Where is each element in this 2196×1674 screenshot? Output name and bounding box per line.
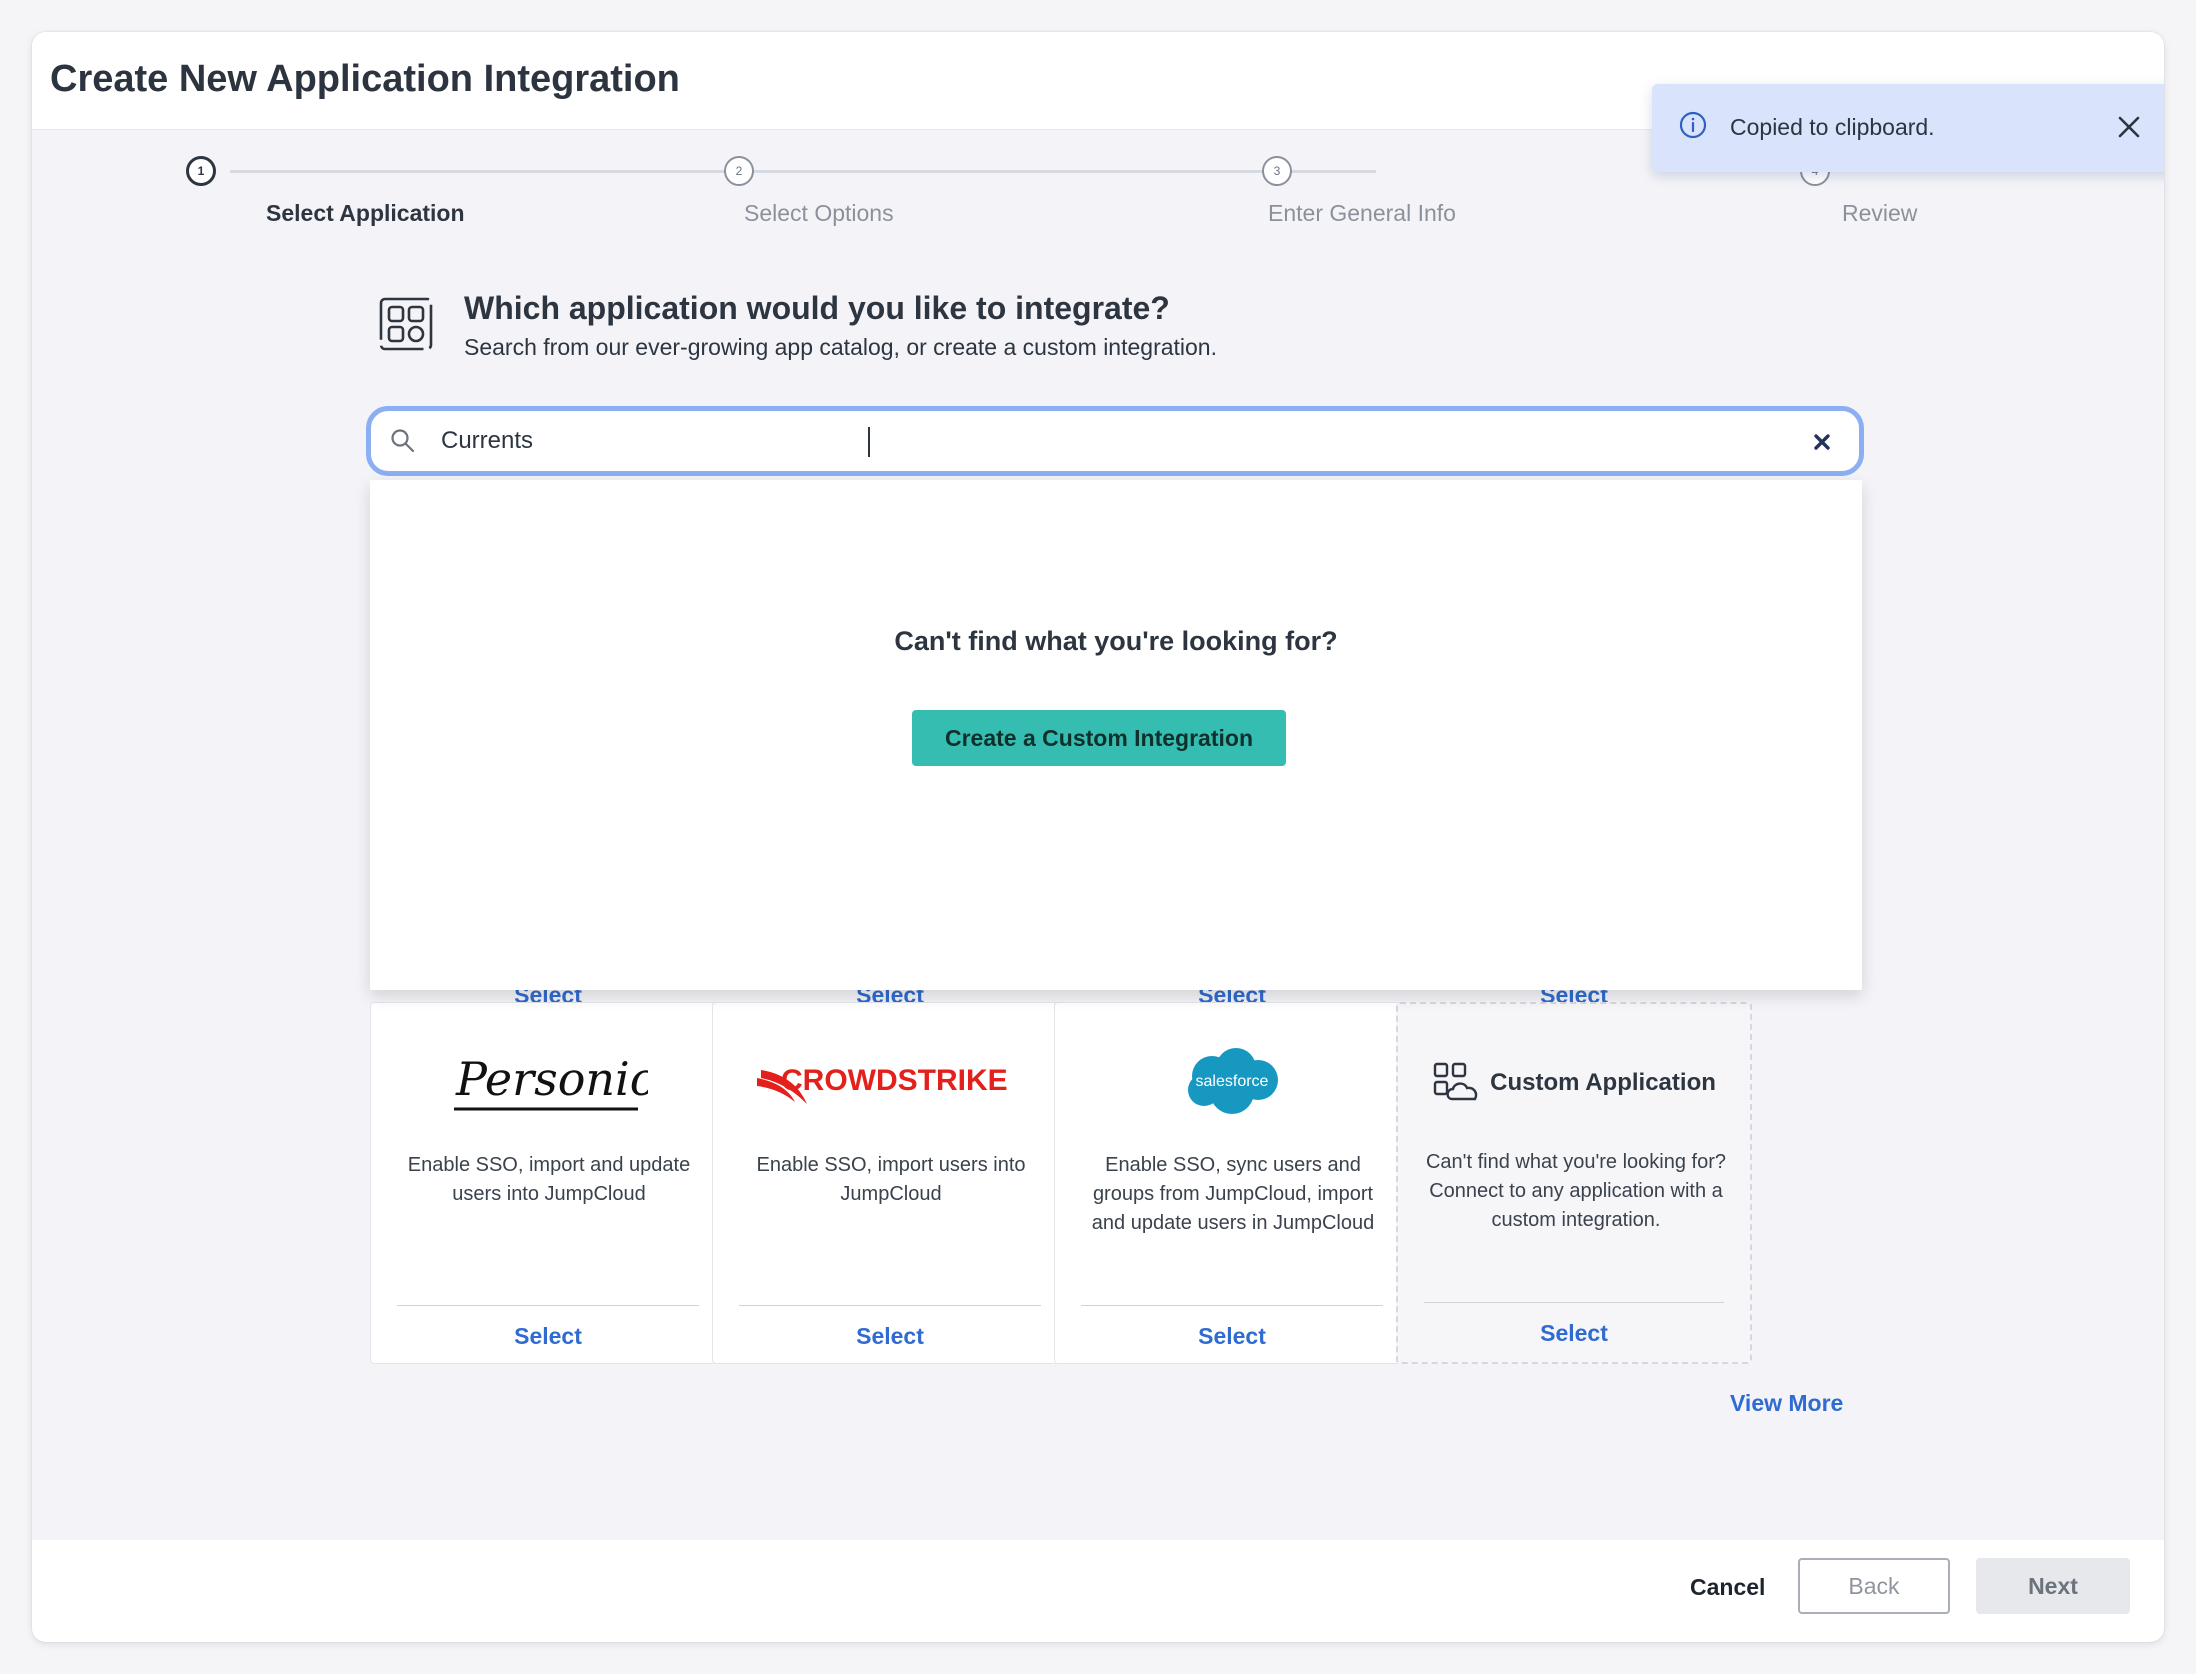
salesforce-logo: salesforce bbox=[1055, 1037, 1409, 1127]
search-icon bbox=[391, 429, 415, 453]
step-1-label: Select Application bbox=[266, 200, 465, 226]
personio-wordmark: Personio bbox=[455, 1052, 648, 1106]
cancel-button[interactable]: Cancel bbox=[1690, 1574, 1765, 1601]
custom-app-icon bbox=[1433, 1062, 1478, 1101]
app-catalog-icon bbox=[379, 297, 433, 351]
step-1-indicator: 1 bbox=[186, 156, 216, 186]
step-4-label: Review bbox=[1842, 200, 1918, 226]
app-card-crowdstrike[interactable]: CROWDSTRIKE Enable SSO, import users int… bbox=[712, 1002, 1068, 1364]
crowdstrike-wordmark: CROWDSTRIKE bbox=[781, 1064, 1008, 1097]
select-custom-application-link[interactable]: Select bbox=[1398, 1320, 1750, 1347]
card-divider bbox=[1424, 1302, 1724, 1303]
custom-application-title: Custom Application bbox=[1490, 1069, 1716, 1096]
search-input[interactable] bbox=[441, 421, 1761, 461]
select-salesforce-link[interactable]: Select bbox=[1055, 1323, 1409, 1350]
page-subheading: Search from our ever-growing app catalog… bbox=[464, 334, 1217, 360]
toast-message: Copied to clipboard. bbox=[1730, 114, 1935, 140]
text-caret bbox=[868, 427, 870, 457]
step-2-label: Select Options bbox=[744, 200, 894, 226]
card-divider bbox=[397, 1305, 699, 1306]
view-more-link[interactable]: View More bbox=[1730, 1390, 1843, 1417]
clipboard-toast: Copied to clipboard. bbox=[1652, 84, 2164, 172]
app-card-personio[interactable]: Personio Enable SSO, import and update u… bbox=[370, 1002, 726, 1364]
personio-logo: Personio bbox=[371, 1037, 725, 1127]
modal-footer: Cancel Back Next bbox=[32, 1540, 2164, 1642]
next-button[interactable]: Next bbox=[1976, 1558, 2130, 1614]
create-integration-modal: Create New Application Integration 1 2 3… bbox=[32, 32, 2164, 1642]
card-description: Can't find what you're looking for? Conn… bbox=[1425, 1151, 1727, 1231]
app-card-custom-application[interactable]: Custom Application Can't find what you'r… bbox=[1396, 1002, 1752, 1364]
search-results-dropdown: Can't find what you're looking for? Crea… bbox=[370, 480, 1862, 990]
modal-title: Create New Application Integration bbox=[50, 58, 680, 100]
clear-search-icon[interactable] bbox=[1811, 431, 1833, 453]
no-results-message: Can't find what you're looking for? bbox=[894, 626, 1338, 656]
step-3-indicator: 3 bbox=[1262, 156, 1292, 186]
select-personio-link[interactable]: Select bbox=[371, 1323, 725, 1350]
crowdstrike-logo: CROWDSTRIKE bbox=[713, 1037, 1067, 1127]
create-custom-integration-button[interactable]: Create a Custom Integration bbox=[912, 710, 1286, 766]
card-divider bbox=[739, 1305, 1041, 1306]
card-divider bbox=[1081, 1305, 1383, 1306]
close-icon[interactable] bbox=[2112, 110, 2146, 144]
info-icon bbox=[1679, 111, 1707, 139]
salesforce-wordmark: salesforce bbox=[1196, 1073, 1269, 1090]
app-card-salesforce[interactable]: salesforce Enable SSO, sync users and gr… bbox=[1054, 1002, 1410, 1364]
page-heading: Which application would you like to inte… bbox=[464, 290, 1170, 326]
app-search-field[interactable] bbox=[366, 406, 1864, 476]
select-crowdstrike-link[interactable]: Select bbox=[713, 1323, 1067, 1350]
card-description: Enable SSO, import and update users into… bbox=[407, 1154, 691, 1205]
custom-application-logo: Custom Application bbox=[1398, 1038, 1750, 1128]
back-button[interactable]: Back bbox=[1798, 1558, 1950, 1614]
step-3-label: Enter General Info bbox=[1268, 200, 1456, 226]
card-description: Enable SSO, sync users and groups from J… bbox=[1091, 1154, 1375, 1234]
card-description: Enable SSO, import users into JumpCloud bbox=[756, 1154, 1026, 1205]
stepper-track bbox=[230, 170, 1376, 173]
step-2-indicator: 2 bbox=[724, 156, 754, 186]
